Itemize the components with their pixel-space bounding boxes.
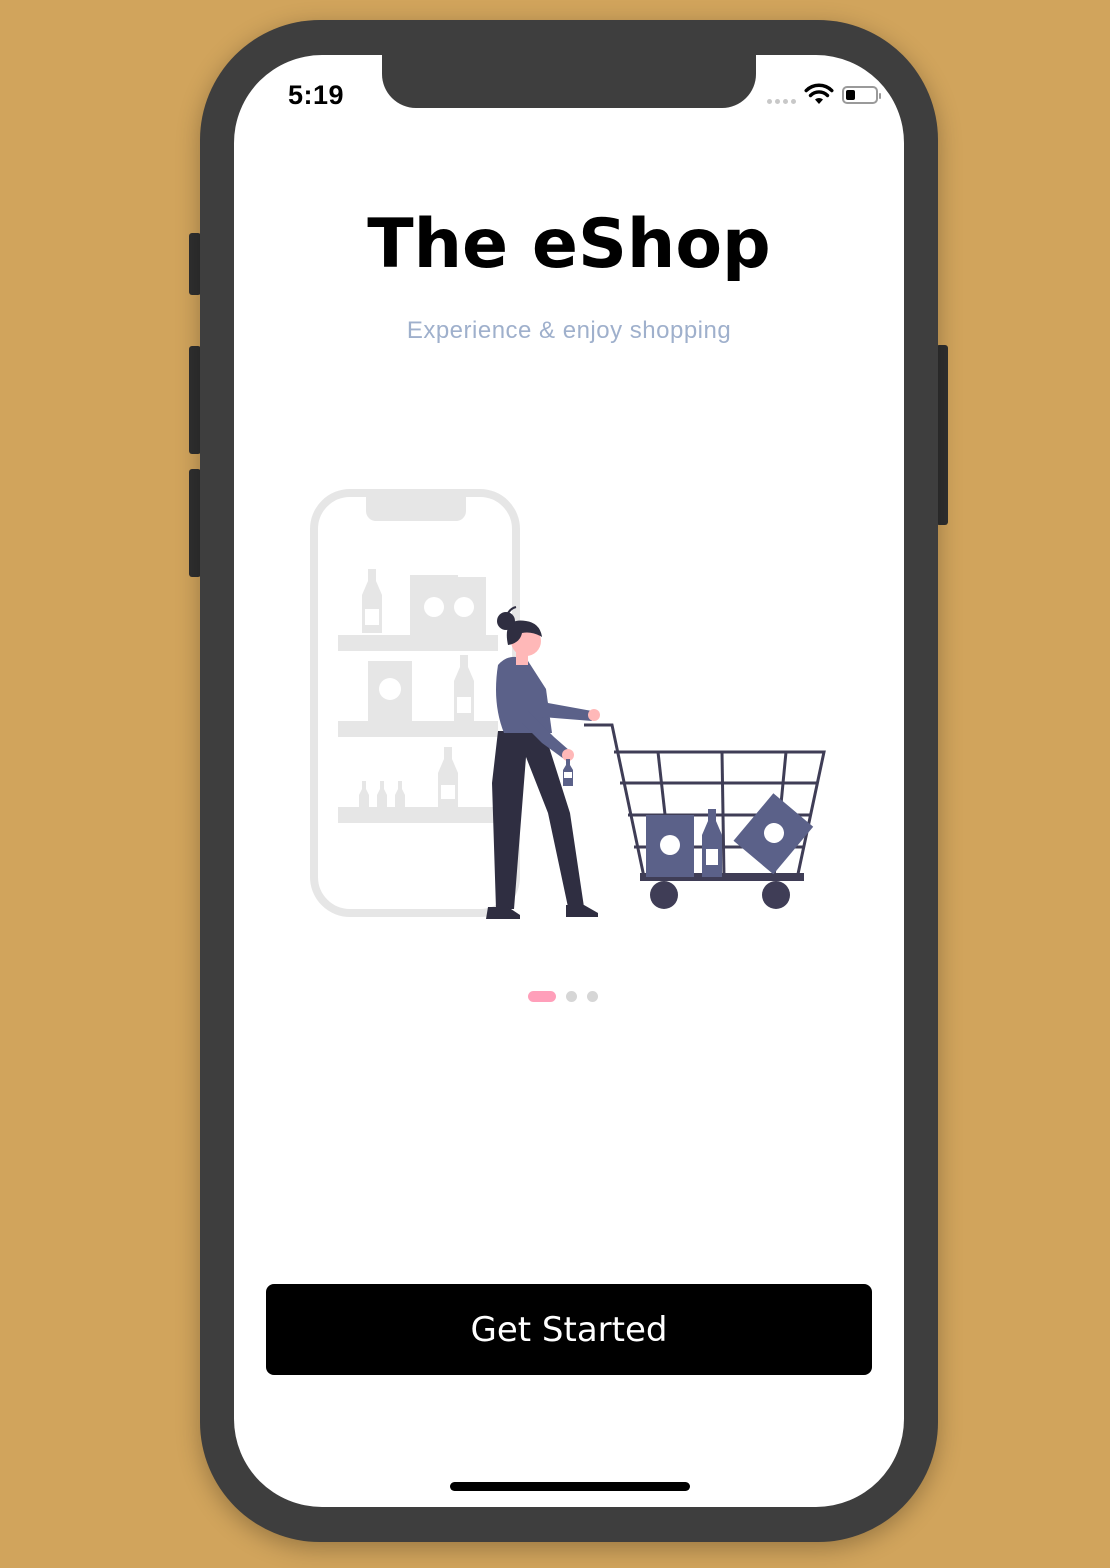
status-icons — [767, 83, 881, 107]
device-stage: 5:19 The eShop Experience & enjoy shoppi… — [0, 0, 1110, 1568]
battery-icon — [842, 86, 881, 104]
status-time: 5:19 — [288, 80, 345, 110]
phone-frame: 5:19 The eShop Experience & enjoy shoppi… — [200, 20, 938, 1542]
woman-figure — [486, 606, 600, 919]
page-indicator — [528, 991, 598, 1002]
woman-shopping-cart-illustration — [310, 489, 826, 919]
signal-dots-icon — [767, 98, 796, 104]
page-title: The eShop — [367, 205, 771, 284]
wifi-icon — [804, 83, 834, 104]
get-started-button[interactable]: Get Started — [266, 1284, 872, 1375]
page-dot-3[interactable] — [587, 991, 598, 1002]
page-dot-1[interactable] — [528, 991, 556, 1002]
notch — [382, 55, 756, 108]
phone-screen: 5:19 The eShop Experience & enjoy shoppi… — [234, 55, 904, 1507]
home-indicator — [450, 1482, 690, 1491]
background-phone-graphic — [310, 489, 520, 917]
page-subtitle: Experience & enjoy shopping — [406, 317, 732, 344]
page-dot-2[interactable] — [566, 991, 577, 1002]
